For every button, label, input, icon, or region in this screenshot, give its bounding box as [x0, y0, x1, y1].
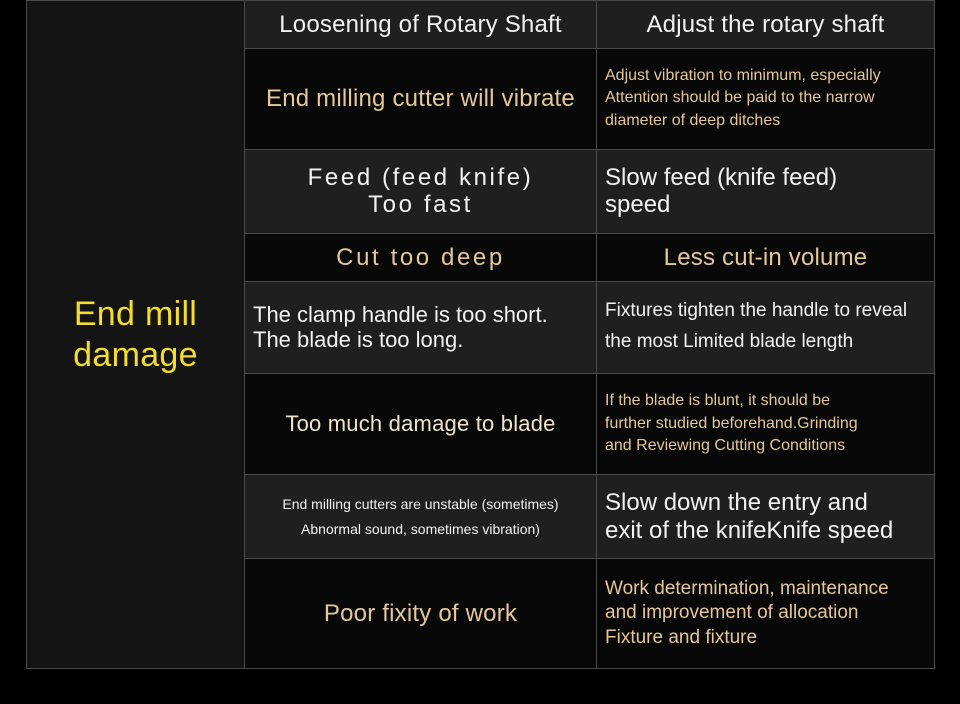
symptom-cell: Loosening of Rotary Shaft	[244, 0, 597, 49]
symptom-text: Cut too deep	[336, 243, 505, 271]
right-gutter	[934, 0, 960, 704]
remedy-cell: Adjust the rotary shaft	[596, 0, 935, 49]
remedy-text: Adjust vibration to minimum, especially A…	[605, 66, 881, 130]
remedy-cell: Less cut-in volume	[596, 233, 935, 282]
symptom-text: Too much damage to blade	[285, 410, 556, 436]
remedy-text: If the blade is blunt, it should be furth…	[605, 391, 858, 455]
remedy-text: Fixtures tighten the handle to reveal the…	[605, 300, 908, 353]
symptom-cell: End milling cutter will vibrate	[244, 47, 597, 150]
cause-category-cell: End mill damage	[26, 0, 245, 669]
symptom-cell: Too much damage to blade	[244, 372, 597, 476]
troubleshooting-table: End mill damage Loosening of Rotary Shaft…	[26, 0, 935, 669]
table-row: End mill damage Loosening of Rotary Shaft…	[26, 0, 935, 669]
symptom-text: Feed (feed knife) Too fast	[307, 163, 534, 219]
bottom-strip	[0, 669, 960, 704]
symptom-text: End milling cutters are unstable (someti…	[282, 495, 559, 537]
remedy-cell: Work determination, maintenance and impro…	[596, 558, 935, 669]
remedy-cell: If the blade is blunt, it should be furth…	[596, 372, 935, 476]
cause-category-label: End mill damage	[73, 295, 198, 374]
remedy-text: Work determination, maintenance and impro…	[605, 577, 889, 648]
symptom-cell: The clamp handle is too short. The blade …	[244, 280, 597, 374]
symptom-cell: Cut too deep	[244, 233, 597, 282]
remedy-text: Less cut-in volume	[663, 243, 868, 271]
remedy-cell: Adjust vibration to minimum, especially A…	[596, 47, 935, 150]
remedy-cell: Slow down the entry and exit of the knife…	[596, 474, 935, 560]
symptom-text: Loosening of Rotary Shaft	[279, 10, 562, 38]
left-gutter	[0, 0, 26, 704]
remedy-text: Slow down the entry and exit of the knife…	[605, 488, 894, 544]
remedy-cell: Fixtures tighten the handle to reveal the…	[596, 280, 935, 374]
remedy-text: Slow feed (knife feed) speed	[605, 163, 838, 219]
symptom-cell: Feed (feed knife) Too fast	[244, 148, 597, 235]
symptom-cell: End milling cutters are unstable (someti…	[244, 474, 597, 560]
remedy-text: Adjust the rotary shaft	[646, 10, 885, 38]
remedy-cell: Slow feed (knife feed) speed	[596, 148, 935, 235]
symptom-text: End milling cutter will vibrate	[266, 85, 575, 113]
symptom-text: Poor fixity of work	[323, 600, 518, 628]
symptom-text: The clamp handle is too short. The blade …	[253, 301, 548, 353]
slide-root: End mill damage Loosening of Rotary Shaft…	[0, 0, 960, 704]
symptom-cell: Poor fixity of work	[244, 558, 597, 669]
